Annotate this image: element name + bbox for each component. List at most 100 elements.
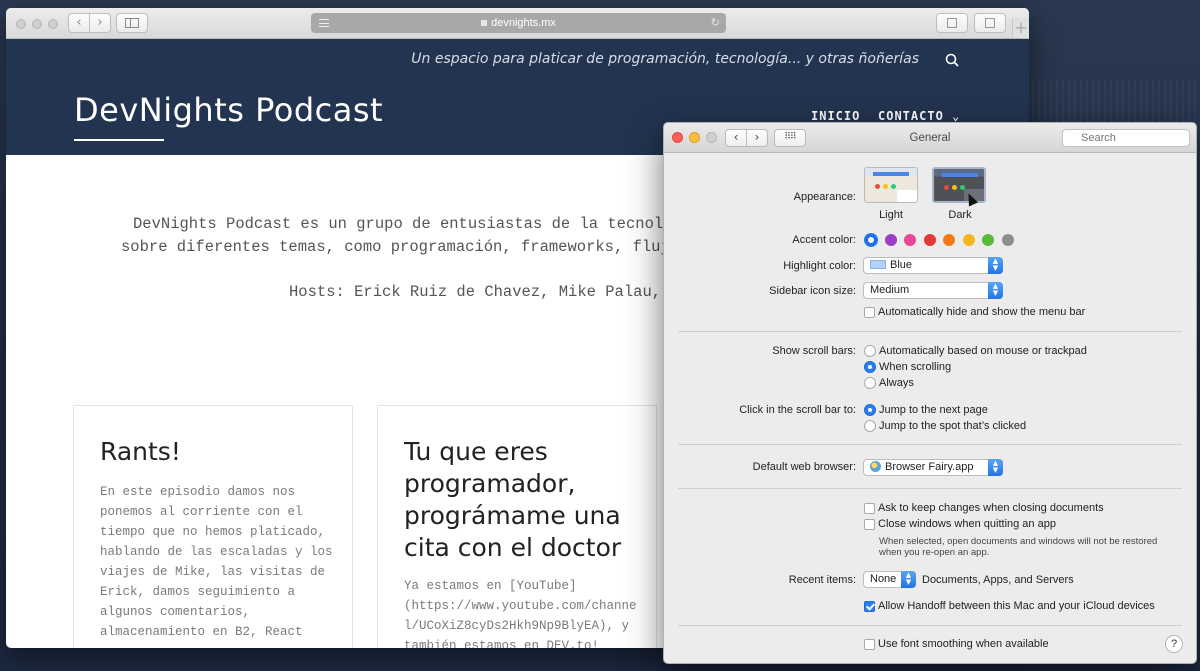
appearance-label: Appearance: (793, 191, 856, 203)
recent-items-suffix: Documents, Apps, and Servers (922, 574, 1074, 586)
separator (678, 625, 1182, 626)
tabs-icon (985, 18, 995, 28)
close-icon[interactable] (672, 132, 683, 143)
accent-color-label: Accent color: (792, 234, 856, 246)
accent-color-swatch[interactable] (884, 234, 897, 246)
episode-card[interactable]: Tu que eres programador, prográmame una … (377, 405, 657, 648)
appearance-dark-option[interactable] (932, 167, 986, 203)
zoom-icon[interactable] (706, 132, 717, 143)
close-windows-note: when you re-open an app. (879, 547, 990, 558)
browser-toolbar: ‹ › devnights.mx ↻ + (6, 8, 1029, 39)
jump-spot-label: Jump to the spot that’s clicked (879, 420, 1027, 432)
scroll-when-scrolling-label: When scrolling (879, 361, 952, 373)
appearance-dark-label: Dark (948, 209, 972, 221)
thumb-bar (942, 173, 978, 177)
appearance-light-option[interactable] (864, 167, 918, 203)
back-button[interactable]: ‹ (725, 129, 747, 147)
jump-next-page-radio[interactable] (864, 404, 876, 416)
intro-text-line: sobre diferentes temas, como programació… (121, 238, 707, 256)
font-smoothing-checkbox[interactable] (864, 639, 875, 650)
reload-icon[interactable]: ↻ (711, 13, 720, 33)
episode-title[interactable]: Rants! (100, 436, 340, 468)
highlight-swatch (870, 260, 886, 269)
show-all-grid-button[interactable]: ⠿⠿ (774, 129, 806, 147)
menu-bar-checkbox[interactable] (864, 307, 875, 318)
nav-link-inicio[interactable]: INICIO (811, 109, 860, 123)
accent-color-swatch[interactable] (865, 234, 877, 246)
menu-bar-label: Automatically hide and show the menu bar (878, 306, 1086, 318)
thumb-pane (897, 190, 917, 202)
scroll-when-scrolling-radio[interactable] (864, 361, 876, 373)
default-browser-select[interactable]: Browser Fairy.app ▲ ▼ (863, 459, 1003, 476)
scroll-always-radio[interactable] (864, 377, 876, 389)
browser-fairy-icon (870, 461, 881, 472)
jump-next-page-label: Jump to the next page (879, 404, 988, 416)
default-browser-label: Default web browser: (752, 461, 856, 473)
sidebar-icon (125, 18, 139, 28)
accent-color-swatch[interactable] (1001, 234, 1014, 246)
sidebar-size-select[interactable]: Medium ▲ ▼ (863, 282, 1003, 299)
jump-spot-radio[interactable] (864, 420, 876, 432)
scroll-auto-radio[interactable] (864, 345, 876, 357)
close-icon[interactable] (16, 19, 26, 29)
accent-color-swatch[interactable] (962, 234, 975, 246)
minimize-icon[interactable] (689, 132, 700, 143)
recent-items-select[interactable]: None ▲ ▼ (863, 571, 916, 588)
accent-color-swatch[interactable] (943, 234, 955, 246)
address-bar[interactable]: devnights.mx ↻ (311, 13, 726, 33)
preferences-window: ‹ › ⠿⠿ General Appearance: Light Dark Ac… (663, 122, 1197, 664)
chevron-updown-icon: ▲ ▼ (988, 257, 1003, 274)
sidebar-toggle-button[interactable] (116, 13, 148, 33)
separator (678, 331, 1182, 332)
scroll-bars-label: Show scroll bars: (772, 345, 856, 357)
tabs-overview-button[interactable] (974, 13, 1006, 33)
chevron-updown-icon: ▲ ▼ (988, 459, 1003, 476)
chevron-updown-icon: ▲ ▼ (988, 282, 1003, 299)
recent-items-value: None (870, 573, 897, 585)
site-tagline: Un espacio para platicar de programación… (411, 51, 919, 67)
minimize-icon[interactable] (32, 19, 42, 29)
url-text: devnights.mx (491, 17, 556, 29)
search-icon[interactable] (945, 53, 959, 67)
episode-summary: Ya estamos en [YouTube] (https://www.you… (404, 579, 637, 648)
back-button[interactable]: ‹ (68, 13, 90, 33)
separator (678, 488, 1182, 489)
help-button[interactable]: ? (1165, 635, 1183, 653)
thumb-dot (883, 184, 888, 189)
hosts-text: Hosts: Erick Ruiz de Chavez, Mike Palau,… (289, 283, 699, 301)
zoom-icon[interactable] (48, 19, 58, 29)
thumb-dot (952, 185, 957, 190)
nav-link-contacto[interactable]: CONTACTO ⌄ (878, 109, 960, 123)
lock-icon (481, 20, 488, 26)
title-underline (74, 139, 164, 141)
search-input[interactable] (1062, 129, 1190, 147)
new-tab-button[interactable]: + (1012, 18, 1029, 38)
reader-icon[interactable] (319, 19, 329, 27)
thumb-dot (875, 184, 880, 189)
ask-keep-changes-checkbox[interactable] (864, 503, 875, 514)
ask-keep-changes-label: Ask to keep changes when closing documen… (878, 502, 1104, 514)
scroll-click-label: Click in the scroll bar to: (739, 404, 856, 416)
site-title[interactable]: DevNights Podcast (74, 91, 383, 129)
episode-title[interactable]: Tu que eres programador, prográmame una … (404, 436, 644, 564)
highlight-color-select[interactable]: Blue ▲ ▼ (863, 257, 1003, 274)
accent-color-swatch[interactable] (904, 234, 916, 246)
handoff-label: Allow Handoff between this Mac and your … (878, 600, 1155, 612)
close-windows-label: Close windows when quitting an app (878, 518, 1056, 530)
preferences-toolbar: ‹ › ⠿⠿ General (664, 123, 1196, 153)
scroll-auto-label: Automatically based on mouse or trackpad (879, 345, 1087, 357)
episode-summary: En este episodio damos nos ponemos al co… (100, 485, 333, 639)
recent-items-label: Recent items: (788, 574, 856, 586)
forward-button[interactable]: › (746, 129, 768, 147)
episode-card[interactable]: Rants! En este episodio damos nos ponemo… (73, 405, 353, 648)
accent-color-swatch[interactable] (923, 234, 936, 246)
scroll-always-label: Always (879, 377, 914, 389)
forward-button[interactable]: › (89, 13, 111, 33)
thumb-bar (873, 172, 909, 176)
default-browser-value: Browser Fairy.app (885, 461, 974, 473)
handoff-checkbox[interactable] (864, 601, 875, 612)
separator (678, 444, 1182, 445)
share-button[interactable] (936, 13, 968, 33)
close-windows-checkbox[interactable] (864, 519, 875, 530)
accent-color-swatch[interactable] (982, 234, 994, 246)
